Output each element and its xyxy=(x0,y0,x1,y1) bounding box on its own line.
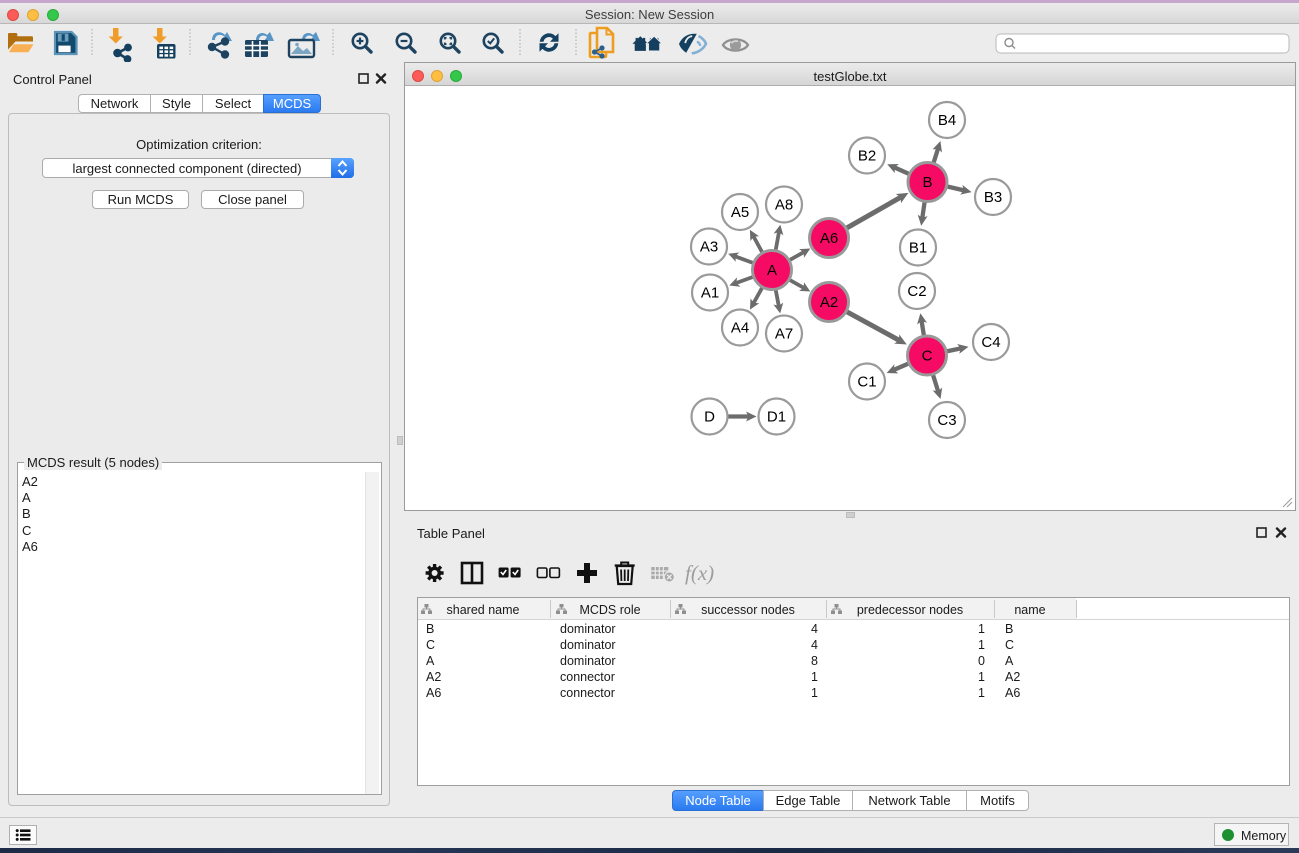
svg-text:A3: A3 xyxy=(700,239,718,256)
svg-text:dominator: dominator xyxy=(560,622,616,636)
svg-text:0: 0 xyxy=(978,654,985,668)
svg-text:A7: A7 xyxy=(775,326,793,343)
svg-text:A: A xyxy=(767,262,777,279)
svg-text:D1: D1 xyxy=(767,409,786,426)
svg-text:A2: A2 xyxy=(426,670,441,684)
svg-text:1: 1 xyxy=(811,686,818,700)
svg-text:A2: A2 xyxy=(1005,670,1020,684)
svg-text:C3: C3 xyxy=(937,412,956,429)
svg-text:B1: B1 xyxy=(909,240,927,257)
svg-text:A6: A6 xyxy=(426,686,441,700)
svg-text:B4: B4 xyxy=(938,112,956,129)
svg-text:C4: C4 xyxy=(981,334,1000,351)
svg-text:B2: B2 xyxy=(858,148,876,165)
svg-text:1: 1 xyxy=(811,670,818,684)
svg-text:dominator: dominator xyxy=(560,638,616,652)
svg-text:D: D xyxy=(704,409,715,426)
svg-text:A2: A2 xyxy=(820,294,838,311)
svg-text:C1: C1 xyxy=(857,374,876,391)
svg-text:MCDS role: MCDS role xyxy=(579,603,640,617)
svg-text:4: 4 xyxy=(811,638,818,652)
svg-text:1: 1 xyxy=(978,686,985,700)
svg-text:A: A xyxy=(1005,654,1014,668)
svg-text:C2: C2 xyxy=(907,283,926,300)
svg-text:C: C xyxy=(1005,638,1014,652)
svg-text:predecessor nodes: predecessor nodes xyxy=(857,603,963,617)
svg-text:B3: B3 xyxy=(984,189,1002,206)
svg-text:successor nodes: successor nodes xyxy=(701,603,795,617)
svg-text:1: 1 xyxy=(978,670,985,684)
svg-text:8: 8 xyxy=(811,654,818,668)
svg-text:A5: A5 xyxy=(731,204,749,221)
svg-text:A4: A4 xyxy=(731,320,749,337)
svg-text:A: A xyxy=(426,654,435,668)
svg-text:C: C xyxy=(922,348,933,365)
svg-text:A8: A8 xyxy=(775,197,793,214)
svg-text:1: 1 xyxy=(978,638,985,652)
svg-text:A6: A6 xyxy=(820,230,838,247)
svg-text:B: B xyxy=(922,174,932,191)
svg-text:C: C xyxy=(426,638,435,652)
svg-text:name: name xyxy=(1014,603,1045,617)
svg-text:shared name: shared name xyxy=(447,603,520,617)
svg-text:connector: connector xyxy=(560,686,615,700)
svg-text:dominator: dominator xyxy=(560,654,616,668)
svg-text:B: B xyxy=(426,622,434,636)
svg-text:B: B xyxy=(1005,622,1013,636)
svg-text:f(x): f(x) xyxy=(685,561,714,585)
svg-text:connector: connector xyxy=(560,670,615,684)
svg-text:A1: A1 xyxy=(701,285,719,302)
svg-text:4: 4 xyxy=(811,622,818,636)
svg-text:1: 1 xyxy=(978,622,985,636)
svg-text:A6: A6 xyxy=(1005,686,1020,700)
